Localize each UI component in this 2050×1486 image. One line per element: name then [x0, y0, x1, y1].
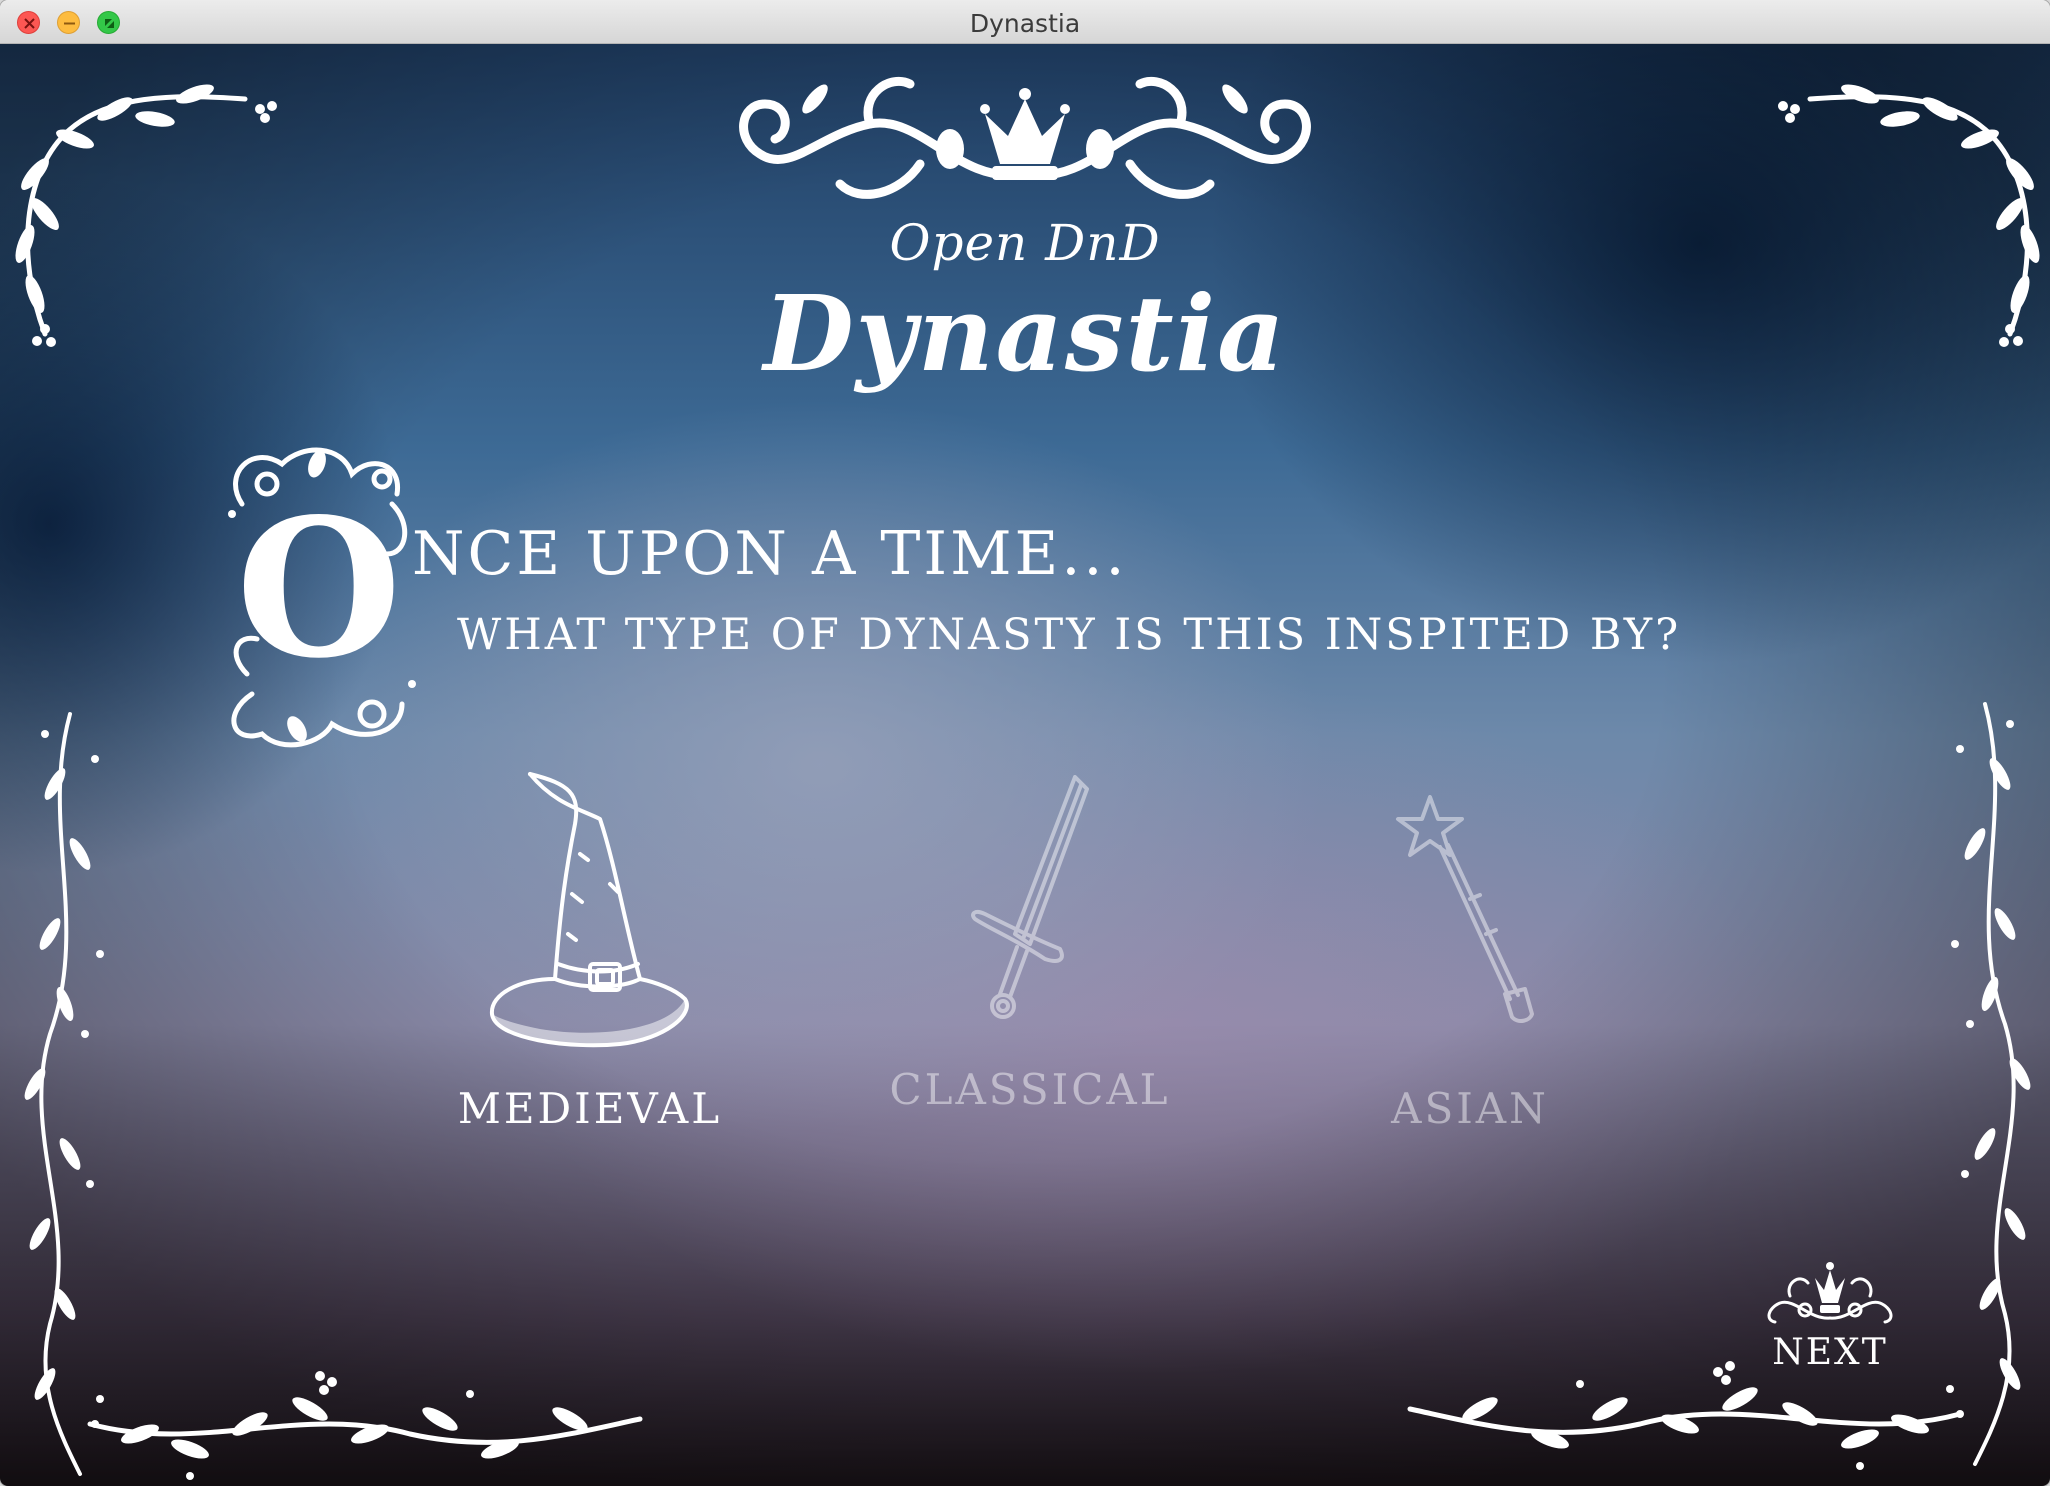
option-classical-label: CLASSICAL	[889, 1065, 1171, 1114]
option-asian-label: ASIAN	[1391, 1084, 1549, 1133]
crown-ornament-icon	[1767, 1262, 1893, 1324]
window-title: Dynastia	[969, 9, 1081, 38]
app-logo-title: Dynastia	[763, 272, 1287, 395]
bottom-left-vine-ornament	[87, 1371, 643, 1480]
game-scene: Open DnD Dynastia O NCE UPON A TIME... W…	[0, 44, 2050, 1486]
crown-flourish-ornament	[739, 76, 1311, 199]
option-medieval[interactable]: MEDIEVAL	[440, 764, 740, 1133]
star-wand-icon	[1396, 795, 1534, 1023]
dynasty-question: WHAT TYPE OF DYNASTY IS THIS INSPITED BY…	[457, 610, 1682, 660]
top-right-vine-ornament	[1778, 84, 2040, 347]
option-asian[interactable]: ASIAN	[1320, 789, 1620, 1133]
app-subtitle: Open DnD	[889, 214, 1161, 272]
top-left-vine-ornament	[15, 84, 277, 347]
next-button-label: NEXT	[1772, 1332, 1888, 1373]
wizard-hat-icon	[489, 772, 689, 1048]
option-classical[interactable]: CLASSICAL	[880, 769, 1180, 1114]
title-bar[interactable]: Dynastia	[0, 0, 2050, 44]
next-button[interactable]: NEXT	[1755, 1258, 1905, 1373]
option-medieval-label: MEDIEVAL	[457, 1084, 723, 1133]
sword-icon	[971, 775, 1089, 1019]
story-intro-heading: NCE UPON A TIME...	[412, 519, 1128, 589]
dropcap-letter: O	[236, 477, 402, 700]
app-window: Dynastia Open DnD Dynastia O NCE UPON A …	[0, 0, 2050, 1486]
